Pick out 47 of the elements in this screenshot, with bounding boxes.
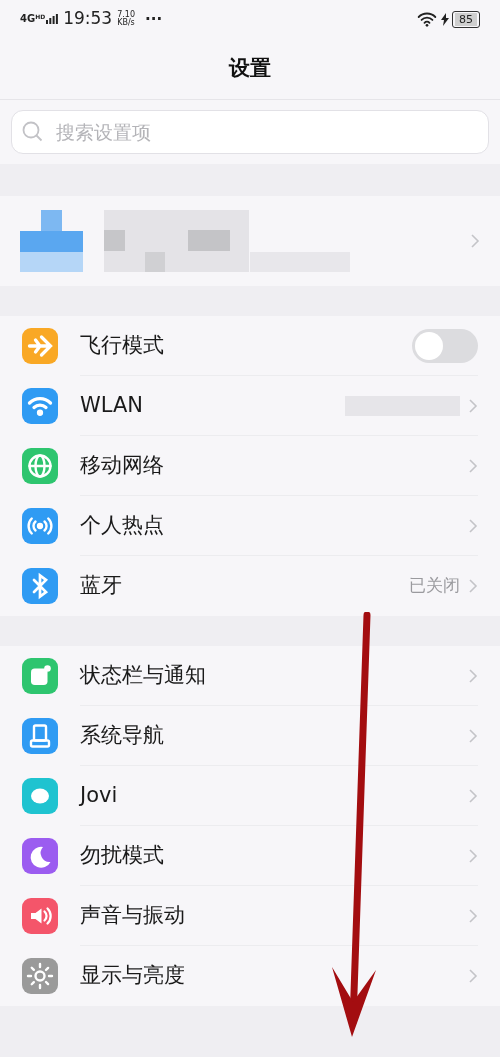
toggle-switch[interactable] bbox=[412, 328, 478, 363]
chevron-icon bbox=[468, 667, 478, 684]
chevron-icon bbox=[468, 847, 478, 864]
item-label: 蓝牙 bbox=[80, 572, 123, 600]
chevron-icon bbox=[468, 578, 478, 594]
more-indicator: ··· bbox=[145, 8, 163, 30]
clock: 19:53 bbox=[63, 7, 113, 31]
search-field[interactable]: 搜索设置项 bbox=[11, 110, 489, 154]
chevron-icon bbox=[468, 727, 478, 744]
item-label: 系统导航 bbox=[80, 721, 165, 749]
chevron-icon bbox=[468, 907, 478, 924]
settings-item[interactable]: 个人热点 bbox=[0, 496, 500, 556]
item-label: 个人热点 bbox=[80, 511, 165, 539]
chevron-icon bbox=[468, 968, 478, 984]
settings-item[interactable]: 显示与亮度 bbox=[0, 946, 500, 1006]
network-label: 4G$^{HD}$ bbox=[20, 14, 46, 24]
page-title: 设置 bbox=[229, 54, 271, 82]
item-label: Jovi bbox=[80, 781, 119, 809]
item-label: 飞行模式 bbox=[80, 331, 165, 359]
settings-item[interactable]: WLAN bbox=[0, 376, 500, 436]
item-label: 显示与亮度 bbox=[80, 962, 186, 990]
settings-item[interactable]: 勿扰模式 bbox=[0, 826, 500, 886]
chevron-icon bbox=[468, 457, 478, 474]
settings-item[interactable]: Jovi bbox=[0, 766, 500, 826]
item-label: 状态栏与通知 bbox=[80, 661, 207, 689]
chevron-icon bbox=[468, 787, 478, 804]
settings-item[interactable]: 飞行模式 bbox=[0, 316, 500, 376]
settings-item[interactable]: 系统导航 bbox=[0, 706, 500, 766]
settings-item[interactable]: 移动网络 bbox=[0, 436, 500, 496]
account-card[interactable] bbox=[0, 196, 500, 286]
battery-indicator: 85 bbox=[452, 10, 480, 28]
speed-unit: KB/s bbox=[117, 19, 135, 27]
item-label: 勿扰模式 bbox=[80, 841, 165, 869]
item-value: 已关闭 bbox=[409, 574, 460, 598]
chevron-icon bbox=[468, 517, 478, 534]
settings-item[interactable]: 声音与振动 bbox=[0, 886, 500, 946]
chevron-icon bbox=[470, 233, 480, 249]
speed-value: 7.10 bbox=[117, 11, 135, 19]
chevron-icon bbox=[468, 397, 478, 414]
settings-item[interactable]: 蓝牙 已关闭 bbox=[0, 556, 500, 616]
wifi-icon bbox=[417, 11, 437, 27]
settings-item[interactable]: 状态栏与通知 bbox=[0, 646, 500, 706]
signal-icon bbox=[46, 14, 59, 24]
item-label: 移动网络 bbox=[80, 451, 165, 479]
item-label: WLAN bbox=[80, 391, 145, 419]
search-icon bbox=[21, 120, 45, 144]
item-label: 声音与振动 bbox=[80, 901, 186, 929]
